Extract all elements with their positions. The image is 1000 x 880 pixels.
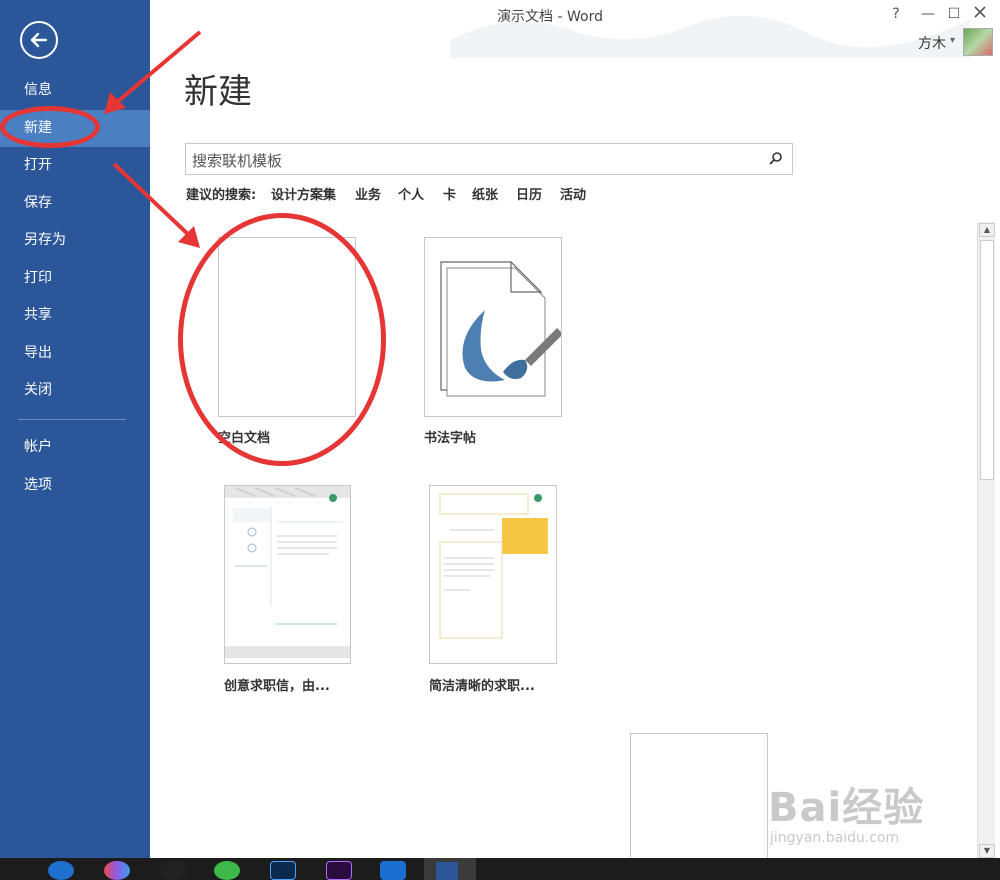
search-icon[interactable]	[768, 151, 784, 167]
back-arrow-icon	[30, 32, 48, 48]
sidebar-item-export[interactable]: 导出	[0, 335, 150, 372]
suggested-link-business[interactable]: 业务	[355, 184, 381, 203]
suggested-link-paper[interactable]: 纸张	[472, 184, 498, 203]
suggested-link-calendar[interactable]: 日历	[516, 184, 542, 203]
resume-preview-icon	[439, 493, 548, 639]
wechat-icon[interactable]	[214, 861, 240, 880]
template-creative-letter-label[interactable]: 创意求职信，由...	[224, 675, 330, 694]
browser-icon[interactable]	[48, 861, 74, 880]
sidebar-item-share[interactable]: 共享	[0, 297, 150, 334]
suggested-link-event[interactable]: 活动	[560, 184, 586, 203]
app-icon[interactable]	[380, 861, 406, 880]
color-app-icon[interactable]	[104, 861, 130, 880]
template-calligraphy-thumbnail[interactable]	[424, 237, 563, 417]
scroll-down-icon[interactable]: ▼	[979, 844, 995, 858]
calligraphy-brush-icon	[440, 261, 563, 397]
scroll-up-icon[interactable]: ▲	[979, 223, 995, 237]
vertical-scrollbar[interactable]: ▲ ▼	[977, 222, 995, 859]
close-icon	[974, 6, 986, 18]
back-button[interactable]	[20, 21, 58, 59]
suggested-link-card[interactable]: 卡	[443, 184, 456, 203]
word-taskbar-button[interactable]	[424, 858, 476, 880]
sidebar-item-options[interactable]: 选项	[0, 467, 150, 504]
minimize-button[interactable]: —	[916, 6, 940, 22]
annotation-oval-new	[0, 106, 100, 148]
suggested-link-design-sets[interactable]: 设计方案集	[271, 184, 336, 203]
watermark-logo: Bai经验	[768, 785, 925, 831]
word-backstage-window: 信息 新建 打开 保存 另存为 打印 共享 导出 关闭 帐户 选项 演示文档 -…	[0, 0, 1000, 880]
close-window-button[interactable]	[968, 6, 992, 22]
qq-icon[interactable]	[160, 861, 186, 880]
template-calligraphy-label[interactable]: 书法字帖	[424, 427, 476, 446]
account-caret-icon[interactable]: ▾	[950, 35, 955, 46]
sidebar-item-print[interactable]: 打印	[0, 260, 150, 297]
template-creative-letter-thumbnail[interactable]	[224, 485, 351, 664]
resume-preview-icon	[225, 486, 350, 658]
annotation-oval-blank	[178, 213, 386, 466]
suggested-link-personal[interactable]: 个人	[398, 184, 424, 203]
template-clean-letter-thumbnail[interactable]	[429, 485, 557, 664]
premiere-icon[interactable]	[326, 861, 352, 880]
annotation-arrow-icon	[104, 30, 202, 114]
word-icon	[436, 862, 458, 880]
sidebar-item-close[interactable]: 关闭	[0, 372, 150, 409]
maximize-button[interactable]: ☐	[942, 6, 966, 22]
annotation-arrow-icon	[112, 162, 200, 248]
window-title: 演示文档 - Word	[497, 9, 603, 25]
scroll-thumb[interactable]	[980, 240, 994, 480]
template-partial-thumbnail[interactable]	[630, 733, 768, 873]
photoshop-icon[interactable]	[270, 861, 296, 880]
taskbar	[0, 858, 1000, 880]
search-input[interactable]: 搜索联机模板	[185, 143, 793, 175]
sidebar-item-account[interactable]: 帐户	[0, 429, 150, 466]
help-button[interactable]: ?	[884, 6, 908, 22]
watermark-url: jingyan.baidu.com	[770, 830, 900, 846]
account-name[interactable]: 方木	[918, 33, 946, 53]
template-clean-letter-label[interactable]: 简洁清晰的求职...	[429, 675, 535, 694]
avatar[interactable]	[963, 28, 993, 56]
sidebar-divider	[18, 419, 126, 420]
title-bar: 演示文档 - Word ? — ☐ 方木 ▾	[150, 0, 1000, 58]
